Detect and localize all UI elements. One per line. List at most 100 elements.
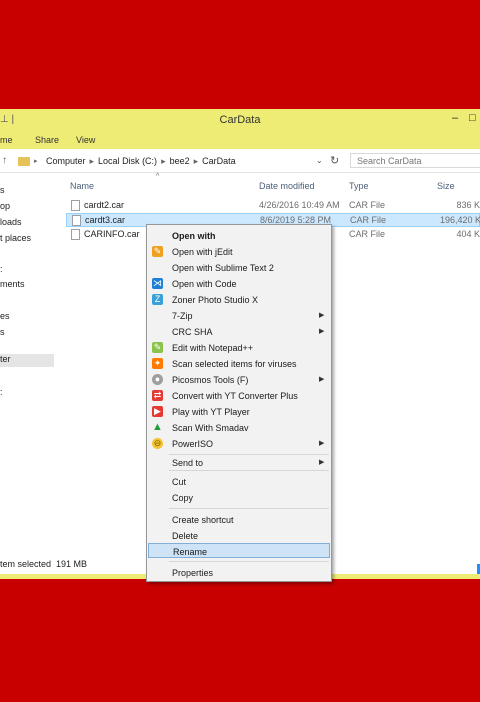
menu-item-send-to[interactable]: Send to ▶ [147, 452, 331, 468]
chevron-right-icon[interactable]: ▸ [34, 157, 38, 165]
zoner-icon: Z [152, 294, 163, 305]
column-header-name[interactable]: Name [70, 181, 94, 191]
file-size: 404 K [456, 229, 480, 239]
nav-item[interactable]: s [0, 185, 5, 195]
vscode-icon: ⋊ [152, 278, 163, 289]
menu-item-label: Open with jEdit [172, 247, 233, 257]
minimize-button[interactable]: – [452, 112, 458, 124]
menu-item-yt-converter[interactable]: ⇄ Convert with YT Converter Plus [147, 388, 331, 403]
nav-item[interactable]: op [0, 201, 10, 211]
menu-item-properties[interactable]: Properties [147, 565, 331, 580]
sort-ascending-icon: ^ [156, 173, 160, 180]
menu-item-rename[interactable]: Rename [148, 543, 330, 558]
smadav-icon: ▲ [152, 421, 163, 433]
file-icon [71, 229, 80, 240]
breadcrumb[interactable]: Computer ▸ Local Disk (C:) ▸ bee2 ▸ CarData [46, 156, 236, 167]
file-icon [71, 200, 80, 211]
menu-item-poweriso[interactable]: ⊖ PowerISO ▶ [147, 436, 331, 451]
column-header-date[interactable]: Date modified [259, 181, 315, 191]
menu-item-label: Edit with Notepad++ [172, 343, 254, 353]
menu-item-crc-sha[interactable]: CRC SHA ▶ [147, 324, 331, 339]
menu-item-label: Delete [172, 531, 199, 541]
jedit-icon: ✎ [152, 246, 163, 257]
file-name[interactable]: CARINFO.car [84, 229, 140, 239]
menu-separator [169, 470, 329, 471]
navigation-pane: s op loads t places : ments es s ter : [0, 173, 58, 565]
nav-item[interactable]: : [0, 264, 3, 274]
menu-item-open-with-jedit[interactable]: ✎ Open with jEdit [147, 244, 331, 259]
menu-item-7zip[interactable]: 7-Zip ▶ [147, 308, 331, 323]
tab-view[interactable]: View [76, 135, 95, 145]
menu-item-delete[interactable]: Delete [147, 528, 331, 543]
file-name[interactable]: cardt2.car [84, 200, 124, 210]
breadcrumb-local-disk[interactable]: Local Disk (C:) [98, 156, 157, 166]
menu-item-notepad-plus-plus[interactable]: ✎ Edit with Notepad++ [147, 340, 331, 355]
nav-item[interactable]: es [0, 311, 10, 321]
menu-item-label: Scan With Smadav [172, 423, 249, 433]
nav-item[interactable]: loads [0, 217, 22, 227]
nav-item[interactable]: s [0, 327, 5, 337]
menu-item-copy[interactable]: Copy [147, 490, 331, 505]
chevron-right-icon: ▶ [319, 328, 325, 335]
chevron-right-icon: ▶ [319, 440, 325, 447]
menu-item-label: Copy [172, 493, 194, 503]
file-date: 4/26/2016 10:49 AM [259, 200, 340, 210]
menu-item-label: Picosmos Tools (F) [172, 375, 249, 385]
menu-item-open-with-sublime[interactable]: Open with Sublime Text 2 [147, 260, 331, 275]
maximize-button[interactable]: □ [469, 112, 476, 124]
chevron-right-icon: ▶ [319, 376, 325, 383]
tab-home[interactable]: me [0, 135, 13, 145]
picosmos-icon: ● [152, 374, 163, 385]
table-row[interactable]: cardt2.car 4/26/2016 10:49 AM CAR File 8… [66, 199, 480, 213]
menu-item-label: Open with Sublime Text 2 [172, 263, 274, 273]
menu-item-open-with[interactable]: Open with [147, 228, 331, 243]
column-header-size[interactable]: Size [437, 181, 455, 191]
poweriso-icon: ⊖ [152, 438, 163, 449]
file-size: 836 K [456, 200, 480, 210]
menu-item-create-shortcut[interactable]: Create shortcut [147, 512, 331, 527]
menu-item-smadav[interactable]: ▲ Scan With Smadav [147, 420, 331, 435]
menu-item-label: Create shortcut [172, 515, 234, 525]
chevron-right-icon[interactable]: ▸ [161, 156, 166, 166]
nav-item-computer[interactable]: ter [0, 354, 54, 367]
chevron-down-icon[interactable]: ⌄ [316, 156, 323, 165]
breadcrumb-computer[interactable]: Computer [46, 156, 86, 166]
menu-item-label: Open with [172, 231, 216, 241]
folder-icon [18, 157, 30, 166]
breadcrumb-bee2[interactable]: bee2 [170, 156, 190, 166]
chevron-right-icon[interactable]: ▸ [90, 156, 95, 166]
menu-item-label: Properties [172, 568, 214, 578]
menu-item-cut[interactable]: Cut [147, 474, 331, 489]
window-title: CarData [219, 114, 261, 126]
chevron-right-icon: ▶ [319, 312, 325, 319]
status-selected-count: tem selected [0, 559, 52, 569]
menu-item-picosmos[interactable]: ● Picosmos Tools (F) ▶ [147, 372, 331, 387]
menu-item-open-with-code[interactable]: ⋊ Open with Code [147, 276, 331, 291]
up-arrow-icon[interactable]: ↑ [2, 155, 7, 166]
menu-item-zoner[interactable]: Z Zoner Photo Studio X [147, 292, 331, 307]
chevron-right-icon[interactable]: ▸ [194, 156, 199, 166]
file-type: CAR File [349, 229, 386, 239]
file-name[interactable]: cardt3.car [85, 215, 125, 225]
file-icon [72, 215, 81, 226]
menu-item-scan-viruses[interactable]: ✦ Scan selected items for viruses [147, 356, 331, 371]
menu-item-label: CRC SHA [172, 327, 213, 337]
nav-item[interactable]: t places [0, 233, 31, 243]
refresh-icon[interactable]: ↻ [330, 154, 339, 167]
breadcrumb-cardata[interactable]: CarData [202, 156, 236, 166]
status-selected-size: 191 MB [56, 559, 88, 569]
chevron-right-icon: ▶ [319, 459, 325, 466]
file-size: 196,420 K [439, 215, 480, 225]
menu-item-yt-player[interactable]: ▶ Play with YT Player [147, 404, 331, 419]
antivirus-icon: ✦ [152, 358, 163, 369]
menu-item-label: PowerISO [172, 439, 214, 449]
title-bar[interactable]: ⊥ | CarData – □ [0, 109, 480, 131]
file-type: CAR File [350, 215, 387, 225]
menu-item-label: Scan selected items for viruses [172, 359, 297, 369]
column-header-type[interactable]: Type [349, 181, 369, 191]
tab-share[interactable]: Share [35, 135, 59, 145]
nav-item[interactable]: ments [0, 279, 25, 289]
file-type: CAR File [349, 200, 386, 210]
search-input[interactable]: Search CarData [350, 153, 480, 168]
nav-item[interactable]: : [0, 387, 3, 397]
